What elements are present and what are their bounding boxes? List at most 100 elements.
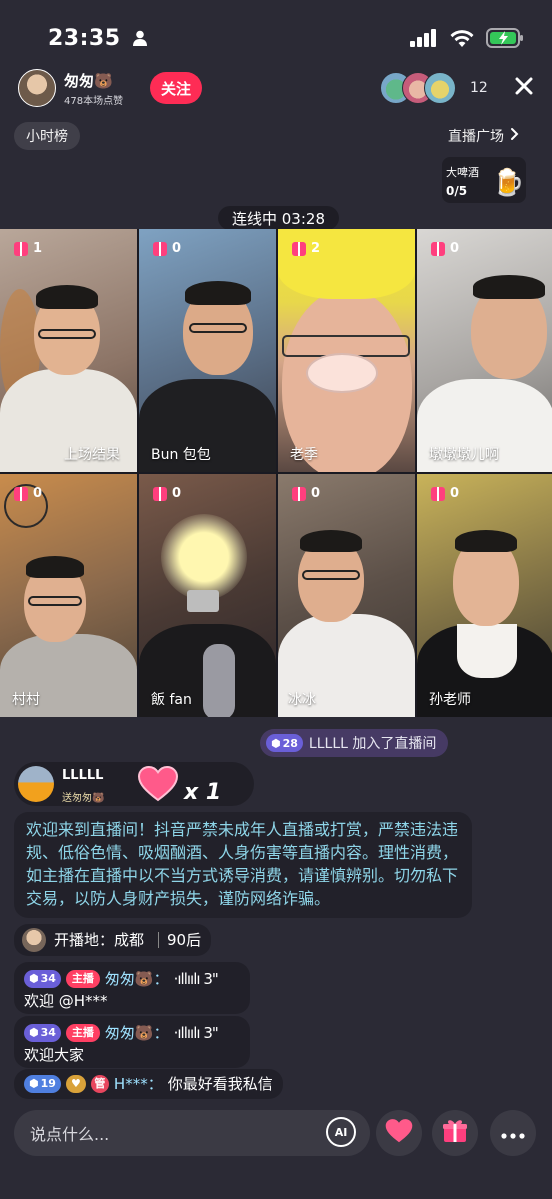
co-host-name: 孙老师 bbox=[429, 692, 471, 708]
gift-box-icon bbox=[431, 486, 445, 501]
viewer-count[interactable]: 12 bbox=[470, 80, 488, 96]
co-host-grid: 1 上场结果 0 Bun 包包 2 老季 0 墩墩墩儿啊 0 村村 0 飯 fa… bbox=[0, 229, 552, 717]
live-square-label: 直播广场 bbox=[448, 129, 504, 145]
gift-count-badge: 0 bbox=[153, 241, 181, 256]
status-icons bbox=[410, 28, 524, 52]
admin-badge: 管 bbox=[90, 1075, 109, 1093]
gift-box-icon bbox=[14, 241, 28, 256]
gift-count-badge: 1 bbox=[14, 241, 42, 256]
divider bbox=[158, 932, 160, 948]
status-time: 23:35 bbox=[48, 26, 147, 52]
video-cell[interactable]: 0 冰冰 bbox=[278, 474, 415, 717]
avatar bbox=[22, 928, 46, 952]
like-button[interactable] bbox=[376, 1110, 422, 1156]
chat-username[interactable]: 匆匆🐻： bbox=[105, 1022, 169, 1044]
video-cell[interactable]: 0 孙老师 bbox=[417, 474, 552, 717]
age-label: 90后 bbox=[167, 931, 202, 949]
host-tag: 主播 bbox=[65, 1024, 100, 1042]
gift-count-badge: 0 bbox=[14, 486, 42, 501]
video-cell[interactable]: 0 村村 bbox=[0, 474, 137, 717]
platform-notice: 欢迎来到直播间！抖音严禁未成年人直播或打赏，严禁违法违规、低俗色情、吸烟酗酒、人… bbox=[14, 812, 472, 918]
host-name[interactable]: 匆匆🐻 bbox=[64, 70, 113, 91]
close-button[interactable] bbox=[508, 72, 540, 104]
hour-rank-button[interactable]: 小时榜 bbox=[14, 122, 80, 150]
host-avatar[interactable] bbox=[18, 69, 56, 107]
gift-count-badge: 2 bbox=[292, 241, 320, 256]
ai-button[interactable]: AI bbox=[326, 1117, 356, 1147]
hexagon-icon: ⬢ bbox=[29, 1077, 39, 1090]
more-icon bbox=[501, 1124, 525, 1143]
co-host-name: 墩墩墩儿啊 bbox=[429, 447, 499, 463]
comment-input[interactable]: 说点什么... bbox=[14, 1110, 370, 1156]
voice-message[interactable]: ·ıllıılı 3" bbox=[174, 1022, 219, 1044]
user-level-badge: ⬢ 28 bbox=[266, 734, 303, 752]
gift-box-icon bbox=[14, 486, 28, 501]
gift-button[interactable] bbox=[432, 1110, 478, 1156]
gift-count-badge: 0 bbox=[292, 486, 320, 501]
host-tag: 主播 bbox=[65, 970, 100, 988]
co-host-name: Bun 包包 bbox=[151, 447, 211, 463]
wifi-icon bbox=[450, 29, 474, 51]
chat-message[interactable]: ⬢ 34 主播 匆匆🐻： ·ıllıılı 3" 欢迎大家 bbox=[14, 1016, 250, 1068]
close-icon bbox=[515, 77, 533, 99]
co-host-name: 上场结果 bbox=[64, 447, 120, 463]
gift-count-badge: 0 bbox=[431, 241, 459, 256]
more-button[interactable] bbox=[490, 1110, 536, 1156]
chat-text: 欢迎大家 bbox=[24, 1046, 85, 1064]
video-cell[interactable]: 2 老季 bbox=[278, 229, 415, 472]
chat-text: 欢迎 @H*** bbox=[24, 992, 108, 1010]
chat-text: 你最好看我私信 bbox=[167, 1075, 273, 1093]
user-level-badge: ⬢ 34 bbox=[24, 1024, 61, 1042]
gift-sender-name: LLLLL bbox=[62, 768, 104, 783]
gift-recipient: 送匆匆🐻 bbox=[62, 793, 105, 804]
chat-username[interactable]: H***： bbox=[114, 1073, 163, 1095]
beer-icon: 🍺 bbox=[492, 168, 525, 198]
host-likes: 478本场点赞 bbox=[64, 96, 124, 107]
live-square-link[interactable]: 直播广场 bbox=[448, 122, 519, 150]
viewer-avatars[interactable] bbox=[380, 72, 458, 104]
gift-box-icon bbox=[431, 241, 445, 256]
city-label: 开播地：成都 bbox=[54, 931, 145, 949]
follow-button[interactable]: 关注 bbox=[150, 72, 202, 104]
co-host-name: 村村 bbox=[12, 692, 40, 708]
hexagon-icon: ⬢ bbox=[271, 736, 281, 750]
heart-gift-icon bbox=[137, 765, 179, 811]
video-cell[interactable]: 0 Bun 包包 bbox=[139, 229, 276, 472]
beer-goal-progress: 0/5 bbox=[446, 184, 468, 198]
co-host-name: 冰冰 bbox=[288, 692, 316, 708]
avatar bbox=[424, 72, 456, 104]
video-cell[interactable]: 1 上场结果 bbox=[0, 229, 137, 472]
gift-count: x 1 bbox=[184, 780, 222, 805]
user-level-badge: ⬢ 34 bbox=[24, 970, 61, 988]
gift-box-icon bbox=[153, 241, 167, 256]
fan-heart-badge: ♥ bbox=[65, 1075, 86, 1093]
gift-box-icon bbox=[153, 486, 167, 501]
chat-message[interactable]: ⬢ 34 主播 匆匆🐻： ·ıllıılı 3" 欢迎 @H*** bbox=[14, 962, 250, 1014]
join-notification: ⬢ 28 LLLLL 加入了直播间 bbox=[260, 729, 449, 757]
avatar[interactable] bbox=[18, 766, 54, 802]
voice-message[interactable]: ·ıllıılı 3" bbox=[174, 968, 219, 990]
person-icon bbox=[132, 27, 147, 52]
link-timer: 连线中 03:28 bbox=[218, 206, 339, 230]
hexagon-icon: ⬢ bbox=[29, 1026, 39, 1039]
gift-count-badge: 0 bbox=[153, 486, 181, 501]
hexagon-icon: ⬢ bbox=[29, 972, 39, 985]
gift-box-icon bbox=[442, 1118, 468, 1148]
co-host-name: 老季 bbox=[290, 447, 318, 463]
gift-count-badge: 0 bbox=[431, 486, 459, 501]
video-cell[interactable]: 0 飯 fan bbox=[139, 474, 276, 717]
heart-icon bbox=[385, 1118, 413, 1148]
battery-charging-icon bbox=[486, 28, 524, 52]
join-text: LLLLL 加入了直播间 bbox=[308, 736, 437, 752]
chat-username[interactable]: 匆匆🐻： bbox=[105, 968, 169, 990]
city-info-message: 开播地：成都 90后 bbox=[14, 924, 212, 956]
chevron-right-icon bbox=[510, 127, 519, 145]
beer-goal-name: 大啤酒 bbox=[446, 166, 479, 179]
gift-box-icon bbox=[292, 241, 306, 256]
chat-message[interactable]: ⬢ 19 ♥ 管 H***： 你最好看我私信 bbox=[14, 1069, 283, 1099]
user-level-badge: ⬢ 19 bbox=[24, 1075, 61, 1093]
video-cell[interactable]: 0 墩墩墩儿啊 bbox=[417, 229, 552, 472]
signal-icon bbox=[410, 29, 438, 51]
heart-icon: ♥ bbox=[70, 1077, 81, 1090]
gift-box-icon bbox=[292, 486, 306, 501]
